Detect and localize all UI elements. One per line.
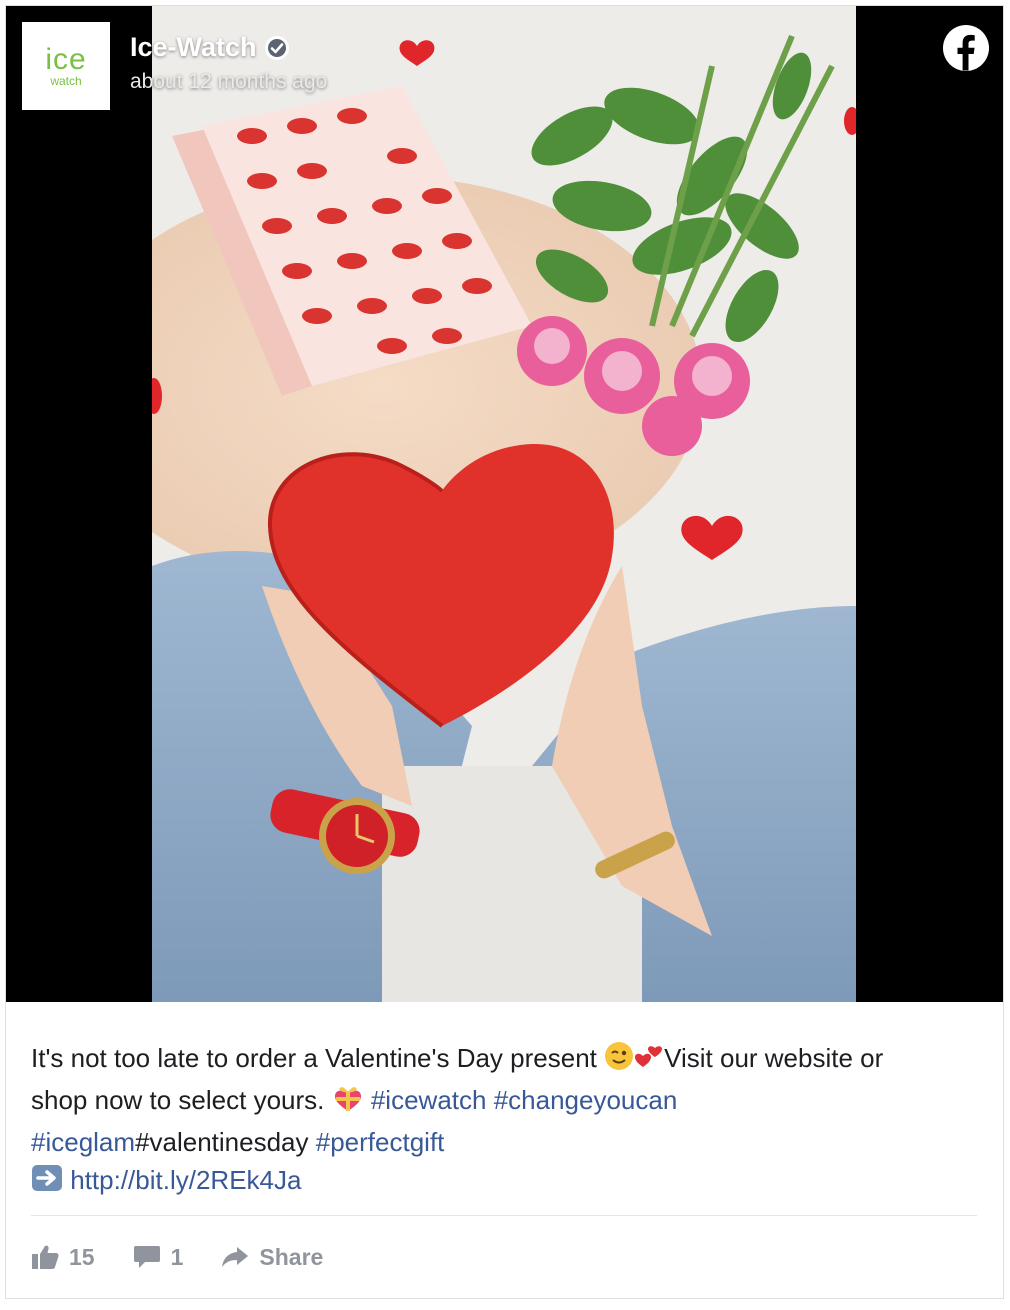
facebook-icon[interactable]: [942, 24, 990, 72]
post-photo[interactable]: [152, 6, 856, 1002]
author-name-row[interactable]: Ice-Watch: [130, 32, 289, 63]
gift-heart-emoji-icon: [332, 1083, 364, 1123]
logo-text-bottom: watch: [50, 73, 82, 88]
post-media[interactable]: ice watch Ice-Watch about 12 months ago: [6, 6, 1003, 1002]
comment-icon: [133, 1246, 160, 1268]
post-link[interactable]: http://bit.ly/2REk4Ja: [70, 1165, 301, 1195]
share-button[interactable]: Share: [221, 1244, 323, 1271]
valentines-photo-illustration: [152, 6, 856, 1002]
hashtag-iceglam[interactable]: #iceglam: [31, 1127, 135, 1157]
like-count: 15: [69, 1243, 95, 1270]
comment-count: 1: [170, 1243, 184, 1270]
comment-button[interactable]: 1: [133, 1243, 184, 1271]
actions-divider: [31, 1215, 977, 1216]
hashtag-valentinesday: #valentinesday: [135, 1127, 309, 1157]
right-arrow-emoji-icon: [31, 1163, 63, 1203]
author-name[interactable]: Ice-Watch: [130, 32, 257, 63]
two-hearts-emoji-icon: [634, 1041, 664, 1081]
post-actions-bar: 15 1 Share: [31, 1240, 361, 1274]
winking-face-emoji-icon: [604, 1041, 634, 1081]
share-arrow-icon: [222, 1247, 249, 1267]
logo-text-top: ice: [45, 42, 87, 76]
hashtag-changeyoucan[interactable]: #changeyoucan: [494, 1085, 678, 1115]
thumbs-up-icon: [32, 1245, 59, 1269]
post-message: It's not too late to order a Valentine's…: [31, 1039, 981, 1203]
share-label: Share: [259, 1243, 324, 1270]
page-avatar-logo[interactable]: ice watch: [22, 22, 110, 110]
message-line1-after: Visit our website or: [664, 1043, 884, 1073]
hashtag-perfectgift[interactable]: #perfectgift: [316, 1127, 445, 1157]
like-button[interactable]: 15: [31, 1244, 95, 1271]
post-timestamp[interactable]: about 12 months ago: [130, 70, 327, 94]
post-card: ice watch Ice-Watch about 12 months ago …: [5, 5, 1004, 1299]
hashtag-icewatch[interactable]: #icewatch: [371, 1085, 487, 1115]
message-line1: It's not too late to order a Valentine's…: [31, 1043, 605, 1073]
verified-badge-icon: [264, 35, 289, 60]
message-line2: shop now to select yours.: [31, 1085, 332, 1115]
